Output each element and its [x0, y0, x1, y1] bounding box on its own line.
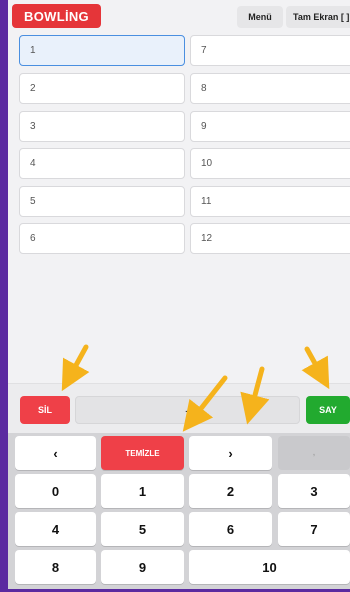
- digit-key-6[interactable]: 6: [189, 512, 272, 546]
- player-slot-label: 7: [201, 45, 207, 56]
- player-slot-3[interactable]: 3: [19, 111, 185, 142]
- blank-key: ,: [278, 436, 350, 470]
- player-slot-6[interactable]: 6: [19, 223, 185, 254]
- player-slot-label: 1: [30, 45, 36, 56]
- player-slot-4[interactable]: 4: [19, 148, 185, 179]
- numeric-keypad: ‹ TEMİZLE › , 0 1 2 3 4 5 6 7 8 9 10: [8, 433, 350, 589]
- digit-key-9[interactable]: 9: [101, 550, 184, 584]
- player-slot-10[interactable]: 10: [190, 148, 350, 179]
- digit-key-10[interactable]: 10: [189, 550, 350, 584]
- digit-key-2[interactable]: 2: [189, 474, 272, 508]
- input-bar: SİL - SAY: [8, 383, 350, 433]
- player-slot-11[interactable]: 11: [190, 186, 350, 217]
- digit-key-8[interactable]: 8: [15, 550, 96, 584]
- player-slot-1[interactable]: 1: [19, 35, 185, 66]
- player-slot-7[interactable]: 7: [190, 35, 350, 66]
- fullscreen-button[interactable]: Tam Ekran [ ]: [286, 6, 350, 28]
- player-slot-2[interactable]: 2: [19, 73, 185, 104]
- digit-key-3[interactable]: 3: [278, 474, 350, 508]
- brand-button[interactable]: BOWLİNG: [12, 4, 101, 28]
- window-frame-left: [0, 0, 8, 592]
- menu-button[interactable]: Menü: [237, 6, 283, 28]
- player-slot-label: 3: [30, 121, 36, 132]
- player-slot-label: 5: [30, 196, 36, 207]
- player-slot-8[interactable]: 8: [190, 73, 350, 104]
- player-slot-label: 8: [201, 83, 207, 94]
- digit-key-0[interactable]: 0: [15, 474, 96, 508]
- clear-key[interactable]: TEMİZLE: [101, 436, 184, 470]
- player-slot-label: 6: [30, 233, 36, 244]
- digit-key-5[interactable]: 5: [101, 512, 184, 546]
- player-slot-label: 12: [201, 233, 213, 244]
- digit-key-7[interactable]: 7: [278, 512, 350, 546]
- prev-key[interactable]: ‹: [15, 436, 96, 470]
- player-slot-label: 4: [30, 158, 36, 169]
- digit-key-1[interactable]: 1: [101, 474, 184, 508]
- player-slot-label: 2: [30, 83, 36, 94]
- count-button[interactable]: SAY: [306, 396, 350, 424]
- player-slot-5[interactable]: 5: [19, 186, 185, 217]
- player-slot-label: 10: [201, 158, 213, 169]
- player-slot-label: 11: [201, 196, 212, 207]
- score-entry-field[interactable]: -: [75, 396, 300, 424]
- next-key[interactable]: ›: [189, 436, 272, 470]
- delete-button[interactable]: SİL: [20, 396, 70, 424]
- player-slot-9[interactable]: 9: [190, 111, 350, 142]
- player-slot-12[interactable]: 12: [190, 223, 350, 254]
- player-slot-label: 9: [201, 121, 207, 132]
- digit-key-4[interactable]: 4: [15, 512, 96, 546]
